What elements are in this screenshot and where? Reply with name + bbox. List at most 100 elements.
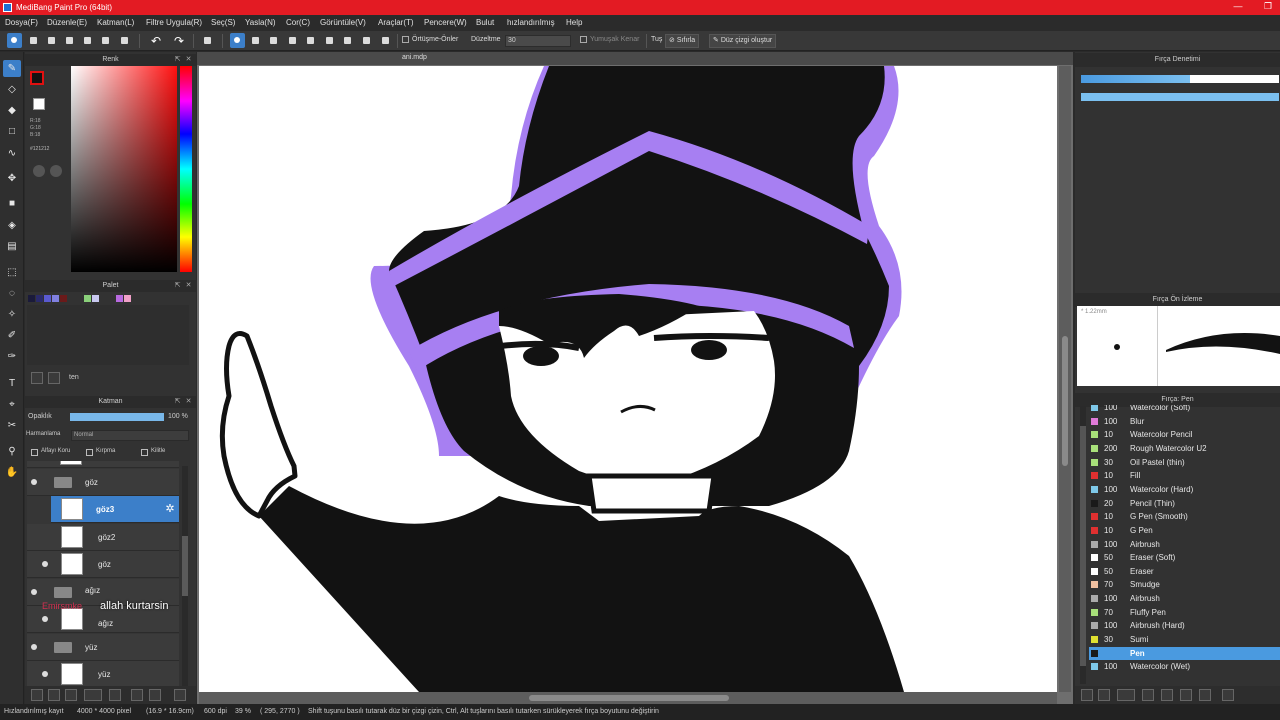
menu-timelapse[interactable]: hızlandırılmış bbox=[507, 18, 555, 27]
add-brush-icon[interactable] bbox=[1081, 689, 1093, 701]
undo-icon[interactable]: ↶ bbox=[147, 34, 165, 48]
circle-snap-icon[interactable] bbox=[322, 33, 337, 48]
undock-icon[interactable]: ⇱ bbox=[174, 398, 181, 405]
visibility-icon[interactable] bbox=[42, 671, 48, 677]
palette-swatch[interactable] bbox=[124, 295, 131, 302]
layer-row-selected[interactable]: göz3 ✲ bbox=[51, 496, 179, 523]
palette-swatch[interactable] bbox=[60, 295, 67, 302]
concentric-snap-icon[interactable] bbox=[359, 33, 374, 48]
tool-move[interactable]: ✥ bbox=[3, 170, 21, 187]
redo-icon[interactable]: ↷ bbox=[170, 34, 188, 48]
brush-list-scrollbar[interactable] bbox=[1080, 406, 1086, 684]
palette-swatch[interactable] bbox=[52, 295, 59, 302]
duplicate-layer-icon[interactable] bbox=[131, 689, 143, 701]
brush-item[interactable]: 100 Watercolor (Hard) bbox=[1089, 483, 1280, 496]
new-halftone-layer-icon[interactable] bbox=[48, 689, 60, 701]
menu-file[interactable]: Dosya(F) bbox=[5, 18, 38, 27]
layer-scrollbar-thumb[interactable] bbox=[182, 536, 188, 596]
new-file-icon[interactable] bbox=[26, 33, 41, 48]
tool-select-pen[interactable]: ✐ bbox=[3, 327, 21, 344]
menu-color[interactable]: Cor(C) bbox=[286, 18, 310, 27]
close-icon[interactable]: ✕ bbox=[185, 56, 192, 63]
reset-button[interactable]: ⊘ Sıfırla bbox=[665, 34, 700, 48]
layer-row[interactable]: göz bbox=[27, 551, 179, 578]
brush-item[interactable]: 100 Airbrush bbox=[1089, 592, 1280, 605]
palette-swatch[interactable] bbox=[28, 295, 35, 302]
straight-line-button[interactable]: ✎ Düz çizgi oluştur bbox=[709, 34, 777, 48]
tool-divide[interactable]: ✂ bbox=[3, 417, 21, 434]
canvas-tab[interactable]: ani.mdp bbox=[197, 52, 1073, 65]
tool-eraser[interactable]: ◇ bbox=[3, 81, 21, 98]
clipping-checkbox[interactable] bbox=[86, 449, 93, 456]
delete-palette-icon[interactable] bbox=[48, 372, 60, 384]
brush-item[interactable]: 50 Eraser (Soft) bbox=[1089, 551, 1280, 564]
curve-snap-icon[interactable] bbox=[340, 33, 355, 48]
opacity-slider[interactable] bbox=[70, 413, 164, 421]
brush-item[interactable]: 100 Airbrush bbox=[1089, 538, 1280, 551]
add-palette-icon[interactable] bbox=[31, 372, 43, 384]
close-icon[interactable]: ✕ bbox=[185, 398, 192, 405]
tool-dot[interactable]: ◆ bbox=[3, 102, 21, 119]
menu-window[interactable]: Pencere(W) bbox=[424, 18, 467, 27]
gear-icon[interactable]: ✲ bbox=[163, 502, 177, 516]
brush-item[interactable]: 50 Eraser bbox=[1089, 565, 1280, 578]
menu-filter[interactable]: Filtre Uygula(R) bbox=[146, 18, 202, 27]
palette-swatch[interactable] bbox=[92, 295, 99, 302]
brush-item[interactable]: 10 Watercolor Pencil bbox=[1089, 428, 1280, 441]
hue-slider[interactable] bbox=[180, 66, 192, 272]
undock-icon[interactable]: ⇱ bbox=[174, 56, 181, 63]
grid-icon[interactable] bbox=[117, 33, 132, 48]
palette-swatch[interactable] bbox=[36, 295, 43, 302]
lock-checkbox[interactable] bbox=[141, 449, 148, 456]
drawing-canvas[interactable] bbox=[199, 66, 1057, 692]
menu-view[interactable]: Görüntüle(V) bbox=[320, 18, 366, 27]
layer-scrollbar[interactable] bbox=[182, 466, 188, 686]
brush-size-slider[interactable] bbox=[1081, 75, 1279, 83]
soft-edge-checkbox[interactable] bbox=[580, 36, 587, 43]
color-picker-icon[interactable] bbox=[50, 165, 62, 177]
background-color-swatch[interactable] bbox=[33, 98, 45, 110]
tool-fill-rect[interactable]: ■ bbox=[3, 195, 21, 212]
delete-layer-icon[interactable] bbox=[174, 689, 186, 701]
horizontal-scroll-thumb[interactable] bbox=[529, 695, 729, 701]
minimize-button[interactable]: — bbox=[1223, 1, 1253, 14]
export-icon[interactable] bbox=[98, 33, 113, 48]
brush-dropdown-icon[interactable] bbox=[1117, 689, 1135, 701]
tool-hand[interactable]: ✋ bbox=[3, 464, 21, 481]
save-icon[interactable] bbox=[62, 33, 77, 48]
tool-curve[interactable]: ∿ bbox=[3, 145, 21, 162]
tool-shape[interactable]: □ bbox=[3, 123, 21, 140]
foreground-color-swatch[interactable] bbox=[30, 71, 44, 85]
tool-magic-wand[interactable]: ✧ bbox=[3, 306, 21, 323]
color-wheel-icon[interactable] bbox=[33, 165, 45, 177]
brush-item[interactable]: 30 Oil Pastel (thin) bbox=[1089, 456, 1280, 469]
brush-item[interactable]: 20 Pencil (Thin) bbox=[1089, 497, 1280, 510]
grid-snap-icon[interactable] bbox=[266, 33, 281, 48]
brush-item[interactable]: 100 Watercolor (Soft) bbox=[1089, 405, 1280, 414]
brush-item[interactable]: 10 Fill bbox=[1089, 469, 1280, 482]
brush-settings-icon[interactable] bbox=[1180, 689, 1192, 701]
open-icon[interactable] bbox=[44, 33, 59, 48]
canvas-vertical-scrollbar[interactable] bbox=[1059, 66, 1071, 692]
menu-tools[interactable]: Araçlar(T) bbox=[378, 18, 414, 27]
overlap-checkbox[interactable] bbox=[402, 36, 409, 43]
new-folder-icon[interactable] bbox=[109, 689, 121, 701]
tool-pen[interactable]: ✎ bbox=[3, 60, 21, 77]
menu-layer[interactable]: Katman(L) bbox=[97, 18, 134, 27]
brush-item[interactable]: 100 Blur bbox=[1089, 415, 1280, 428]
palette-swatch[interactable] bbox=[116, 295, 123, 302]
close-icon[interactable]: ✕ bbox=[185, 282, 192, 289]
layer-row[interactable]: yüz bbox=[27, 661, 179, 687]
menu-snap[interactable]: Yasla(N) bbox=[245, 18, 276, 27]
deselect-icon[interactable] bbox=[200, 33, 215, 48]
layer-folder-row[interactable]: yüz bbox=[27, 634, 179, 661]
tool-eyedropper[interactable]: ⚲ bbox=[3, 443, 21, 460]
brush-item-selected[interactable]: Pen bbox=[1089, 646, 1280, 660]
layer-folder-row[interactable]: göz bbox=[27, 469, 179, 496]
visibility-icon[interactable] bbox=[31, 589, 37, 595]
vertical-scroll-thumb[interactable] bbox=[1062, 336, 1068, 466]
undock-icon[interactable]: ⇱ bbox=[174, 282, 181, 289]
brush-item[interactable]: 70 Smudge bbox=[1089, 578, 1280, 591]
copy-brush-icon[interactable] bbox=[1142, 689, 1154, 701]
tool-lasso[interactable]: ◌ bbox=[3, 285, 21, 302]
